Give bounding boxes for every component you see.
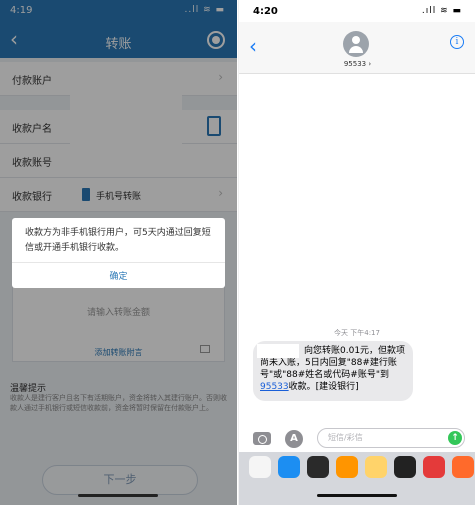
- dialog-divider: [12, 262, 225, 263]
- back-icon[interactable]: ‹: [249, 34, 257, 58]
- camera-icon[interactable]: [253, 432, 271, 445]
- message-bubble[interactable]: 向您转账0.01元，但款项尚未入账，5日内回复"88#建行账号"或"88#姓名或…: [253, 341, 413, 401]
- app-store-icon[interactable]: A: [285, 430, 303, 448]
- message-timestamp: 今天 下午4:17: [334, 329, 380, 337]
- home-indicator[interactable]: [317, 494, 397, 497]
- send-icon[interactable]: ↑: [448, 431, 462, 445]
- app-store-app-icon[interactable]: [278, 456, 300, 478]
- photos-app-icon[interactable]: [249, 456, 271, 478]
- signal-battery-icon: .ıll ≋ ▬: [421, 6, 462, 16]
- music-app-icon[interactable]: [394, 456, 416, 478]
- alert-dialog: 收款方为非手机银行用户，可5天内通过回复短信或开通手机银行收款。 确定: [12, 218, 225, 288]
- status-time: 4:20: [253, 6, 278, 17]
- dialog-message: 收款方为非手机银行用户，可5天内通过回复短信或开通手机银行收款。: [25, 228, 211, 253]
- redacted-area: [257, 344, 299, 358]
- bank-transfer-screen: 4:19 ..ll ≋ ▬ ‹ 转账 付款账户 › 收款户名 收款账号 收款银行…: [0, 0, 237, 505]
- animoji-app-icon[interactable]: [365, 456, 387, 478]
- avatar[interactable]: [343, 31, 369, 57]
- info-icon[interactable]: i: [450, 35, 464, 49]
- conversation-header: ‹ 95533 › i: [239, 22, 475, 74]
- confirm-button[interactable]: 确定: [12, 269, 225, 282]
- activity-app-icon[interactable]: [307, 456, 329, 478]
- messages-screen: 4:20 .ıll ≋ ▬ ‹ 95533 › i 今天 下午4:17 向您转账…: [238, 0, 475, 505]
- home-indicator[interactable]: [78, 494, 158, 497]
- status-bar: 4:20 .ıll ≋ ▬: [239, 0, 475, 22]
- imessage-app-drawer: [239, 452, 475, 505]
- contact-number[interactable]: 95533 ›: [239, 60, 475, 68]
- browser-app-icon[interactable]: [452, 456, 474, 478]
- memoji-app-icon[interactable]: [336, 456, 358, 478]
- compose-bar: A 短信/彩信 ↑: [239, 426, 475, 450]
- message-input[interactable]: 短信/彩信: [317, 428, 465, 448]
- heart-app-icon[interactable]: [423, 456, 445, 478]
- phone-number-link[interactable]: 95533: [260, 382, 289, 392]
